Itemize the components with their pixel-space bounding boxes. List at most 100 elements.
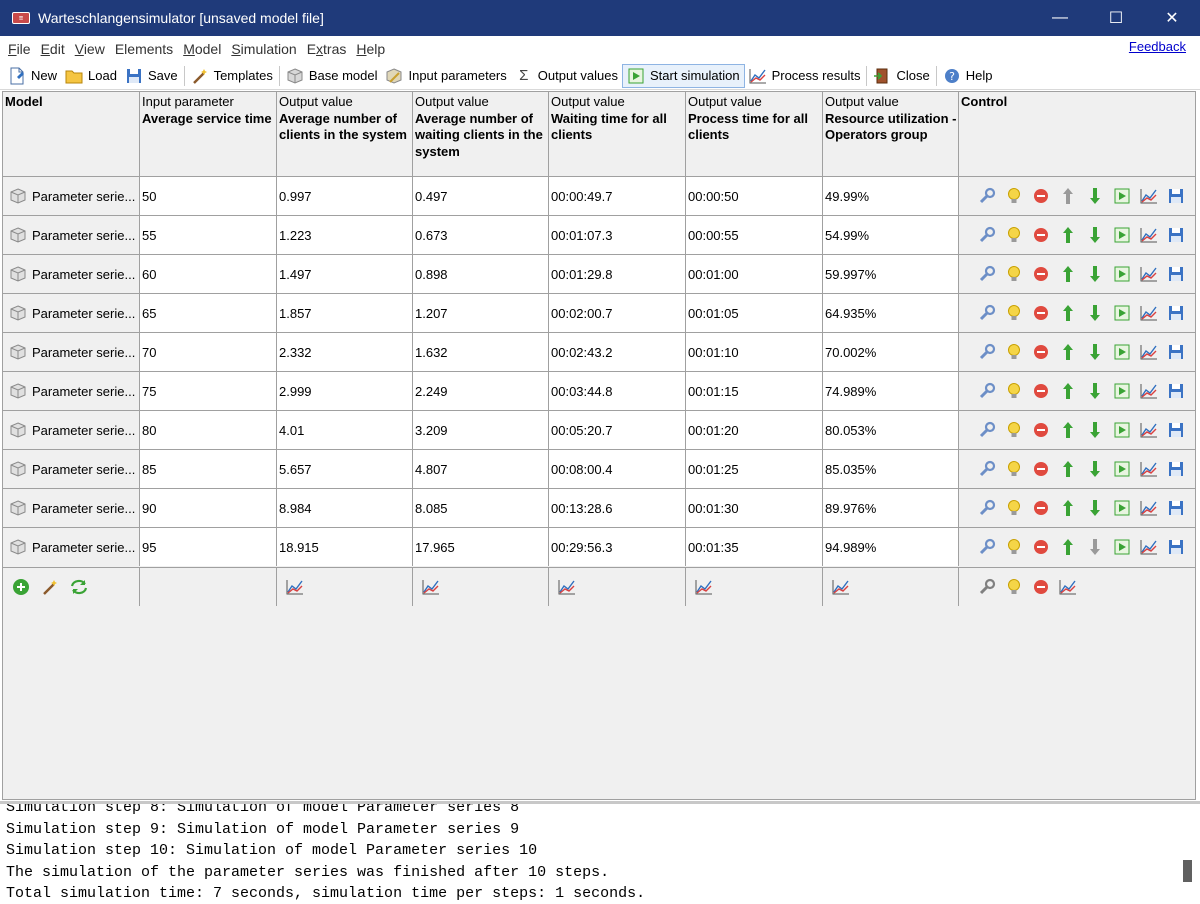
wrench-icon[interactable]	[975, 185, 998, 207]
chart-icon[interactable]	[1137, 185, 1160, 207]
wrench-icon[interactable]	[975, 576, 998, 598]
lightbulb-icon[interactable]	[1002, 497, 1025, 519]
play-icon[interactable]	[1110, 302, 1133, 324]
chart-icon[interactable]	[1137, 458, 1160, 480]
remove-icon[interactable]	[1029, 380, 1052, 402]
log-scrollbar-thumb[interactable]	[1183, 860, 1192, 882]
start-simulation-button[interactable]: Start simulation	[621, 63, 745, 88]
arrow-down-icon[interactable]	[1083, 263, 1106, 285]
chart-icon[interactable]	[555, 576, 578, 598]
add-icon[interactable]	[9, 576, 32, 598]
arrow-up-icon[interactable]	[1056, 536, 1079, 558]
close-button[interactable]: Close	[869, 64, 933, 88]
save-disk-icon[interactable]	[1164, 263, 1187, 285]
input-parameters-button[interactable]: Input parameters	[381, 64, 510, 88]
close-window-button[interactable]: ✕	[1144, 0, 1200, 36]
play-icon[interactable]	[1110, 341, 1133, 363]
wrench-icon[interactable]	[975, 458, 998, 480]
menu-elements[interactable]: Elements	[111, 41, 177, 57]
chart-icon[interactable]	[283, 576, 306, 598]
save-disk-icon[interactable]	[1164, 419, 1187, 441]
model-name-cell[interactable]: Parameter serie...	[3, 294, 140, 332]
model-name-cell[interactable]: Parameter serie...	[3, 255, 140, 293]
save-disk-icon[interactable]	[1164, 302, 1187, 324]
remove-icon[interactable]	[1029, 263, 1052, 285]
menu-model[interactable]: Model	[179, 41, 225, 57]
remove-icon[interactable]	[1029, 576, 1052, 598]
lightbulb-icon[interactable]	[1002, 576, 1025, 598]
arrow-down-icon[interactable]	[1083, 224, 1106, 246]
chart-icon[interactable]	[1137, 536, 1160, 558]
lightbulb-icon[interactable]	[1002, 458, 1025, 480]
arrow-up-icon[interactable]	[1056, 497, 1079, 519]
arrow-up-icon[interactable]	[1056, 341, 1079, 363]
footer-chart-process-time[interactable]	[686, 568, 823, 606]
menu-edit[interactable]: Edit	[37, 41, 69, 57]
load-button[interactable]: Load	[61, 64, 121, 88]
save-disk-icon[interactable]	[1164, 185, 1187, 207]
model-name-cell[interactable]: Parameter serie...	[3, 333, 140, 371]
new-button[interactable]: New	[4, 64, 61, 88]
remove-icon[interactable]	[1029, 341, 1052, 363]
arrow-down-icon[interactable]	[1083, 302, 1106, 324]
arrow-down-icon[interactable]	[1083, 185, 1106, 207]
wrench-icon[interactable]	[975, 302, 998, 324]
lightbulb-icon[interactable]	[1002, 302, 1025, 324]
remove-icon[interactable]	[1029, 224, 1052, 246]
play-icon[interactable]	[1110, 419, 1133, 441]
chart-icon[interactable]	[1137, 341, 1160, 363]
wrench-icon[interactable]	[975, 263, 998, 285]
menu-extras[interactable]: Extras	[303, 41, 351, 57]
menu-simulation[interactable]: Simulation	[227, 41, 300, 57]
base-model-button[interactable]: Base model	[282, 64, 382, 88]
footer-chart-avg-waiting[interactable]	[413, 568, 549, 606]
refresh-icon[interactable]	[67, 576, 90, 598]
play-icon[interactable]	[1110, 458, 1133, 480]
remove-icon[interactable]	[1029, 185, 1052, 207]
footer-chart-waiting-time[interactable]	[549, 568, 686, 606]
output-values-button[interactable]: Σ Output values	[511, 64, 622, 88]
save-disk-icon[interactable]	[1164, 458, 1187, 480]
menu-view[interactable]: View	[71, 41, 109, 57]
chart-icon[interactable]	[1056, 576, 1079, 598]
arrow-down-icon[interactable]	[1083, 380, 1106, 402]
magic-wand-icon[interactable]	[38, 576, 61, 598]
process-results-button[interactable]: Process results	[745, 64, 865, 88]
remove-icon[interactable]	[1029, 302, 1052, 324]
maximize-button[interactable]: ☐	[1088, 0, 1144, 36]
chart-icon[interactable]	[1137, 380, 1160, 402]
arrow-down-icon[interactable]	[1083, 497, 1106, 519]
lightbulb-icon[interactable]	[1002, 536, 1025, 558]
arrow-down-icon[interactable]	[1083, 458, 1106, 480]
wrench-icon[interactable]	[975, 224, 998, 246]
menu-file[interactable]: File	[4, 41, 35, 57]
save-disk-icon[interactable]	[1164, 224, 1187, 246]
model-name-cell[interactable]: Parameter serie...	[3, 489, 140, 527]
arrow-up-icon[interactable]	[1056, 302, 1079, 324]
model-name-cell[interactable]: Parameter serie...	[3, 450, 140, 488]
lightbulb-icon[interactable]	[1002, 380, 1025, 402]
arrow-up-icon[interactable]	[1056, 224, 1079, 246]
wrench-icon[interactable]	[975, 380, 998, 402]
lightbulb-icon[interactable]	[1002, 419, 1025, 441]
play-icon[interactable]	[1110, 224, 1133, 246]
model-name-cell[interactable]: Parameter serie...	[3, 411, 140, 449]
menu-help[interactable]: Help	[352, 41, 389, 57]
chart-icon[interactable]	[1137, 419, 1160, 441]
chart-icon[interactable]	[1137, 497, 1160, 519]
wrench-icon[interactable]	[975, 497, 998, 519]
model-name-cell[interactable]: Parameter serie...	[3, 216, 140, 254]
model-name-cell[interactable]: Parameter serie...	[3, 372, 140, 410]
chart-icon[interactable]	[1137, 302, 1160, 324]
chart-icon[interactable]	[692, 576, 715, 598]
lightbulb-icon[interactable]	[1002, 341, 1025, 363]
save-disk-icon[interactable]	[1164, 536, 1187, 558]
arrow-down-icon[interactable]	[1083, 419, 1106, 441]
arrow-down-disabled-icon[interactable]	[1083, 536, 1106, 558]
arrow-up-icon[interactable]	[1056, 419, 1079, 441]
simulation-log[interactable]: Simulation step 8: Simulation of model P…	[0, 801, 1200, 904]
arrow-up-icon[interactable]	[1056, 458, 1079, 480]
play-icon[interactable]	[1110, 380, 1133, 402]
wrench-icon[interactable]	[975, 536, 998, 558]
remove-icon[interactable]	[1029, 458, 1052, 480]
